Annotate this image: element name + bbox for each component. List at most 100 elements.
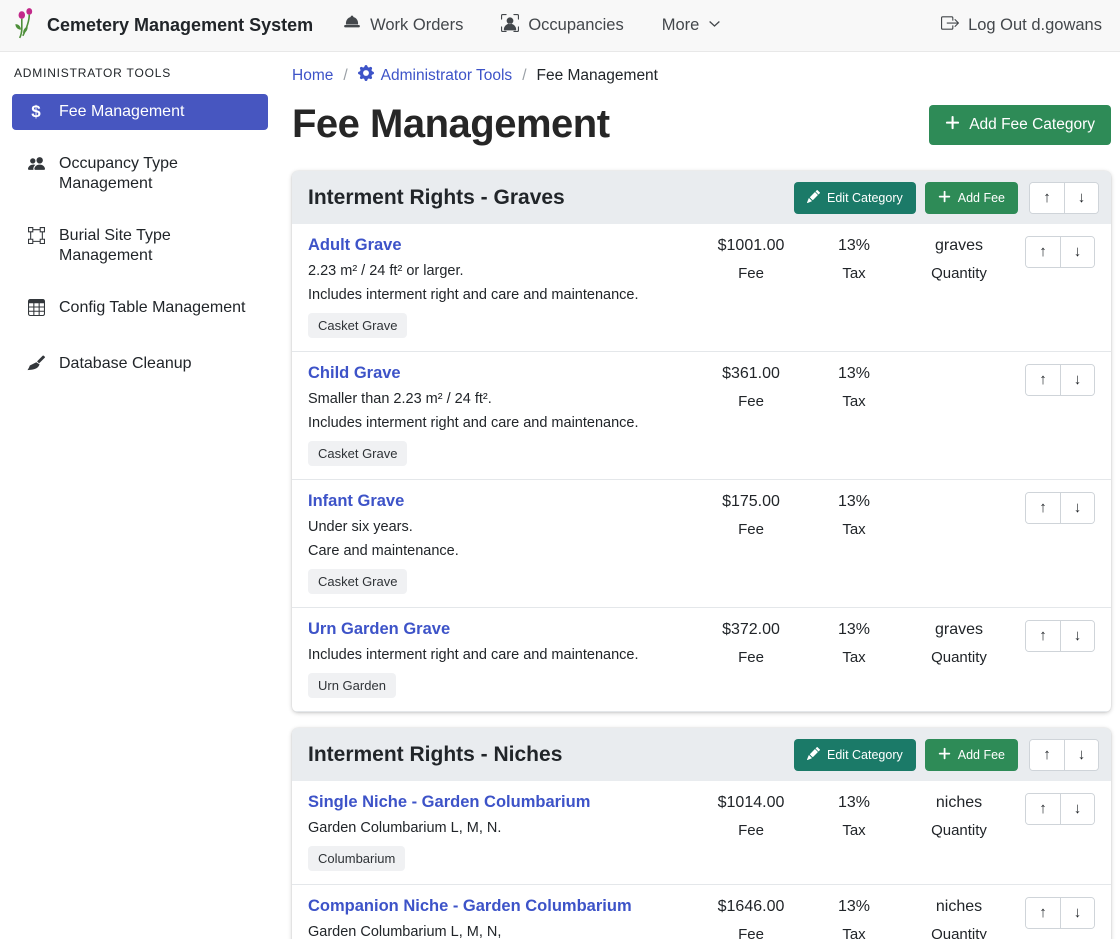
table-icon	[26, 298, 46, 322]
move-fee-up-button[interactable]: ↑	[1026, 898, 1060, 928]
fee-reorder-controls: ↑ ↓	[1025, 897, 1095, 929]
sidebar-item-database-cleanup[interactable]: Database Cleanup	[12, 346, 268, 386]
move-fee-up-button[interactable]: ↑	[1026, 493, 1060, 523]
fee-row: Single Niche - Garden Columbarium Garden…	[292, 781, 1111, 885]
fee-name-link[interactable]: Adult Grave	[308, 236, 402, 255]
fee-reorder-controls: ↑ ↓	[1025, 793, 1095, 825]
fee-name-link[interactable]: Companion Niche - Garden Columbarium	[308, 897, 632, 916]
dollar-icon: $	[26, 102, 46, 121]
fee-amount: $1001.00	[699, 237, 803, 255]
fee-row: Urn Garden Grave Includes interment righ…	[292, 608, 1111, 712]
fee-row: Child Grave Smaller than 2.23 m² / 24 ft…	[292, 352, 1111, 480]
fee-tax: 13%	[803, 794, 905, 812]
fee-amount: $1014.00	[699, 794, 803, 812]
move-fee-down-button[interactable]: ↓	[1060, 898, 1094, 928]
main-content: Home / Administrator Tools / Fee Managem…	[280, 52, 1120, 939]
move-fee-down-button[interactable]: ↓	[1060, 237, 1094, 267]
move-fee-up-button[interactable]: ↑	[1026, 794, 1060, 824]
move-fee-up-button[interactable]: ↑	[1026, 621, 1060, 651]
fee-row: Adult Grave 2.23 m² / 24 ft² or larger. …	[292, 224, 1111, 352]
fee-description: Includes interment right and care and ma…	[308, 647, 693, 663]
breadcrumb-home-link[interactable]: Home	[292, 67, 333, 85]
fee-name-link[interactable]: Urn Garden Grave	[308, 620, 450, 639]
move-category-up-button[interactable]: ↑	[1030, 740, 1064, 770]
sidebar-item-label: Config Table Management	[59, 298, 246, 318]
fee-tax: 13%	[803, 898, 905, 916]
edit-category-button[interactable]: Edit Category	[794, 182, 916, 214]
sidebar-item-config-table-management[interactable]: Config Table Management	[12, 290, 268, 330]
fee-amount-label: Fee	[699, 393, 803, 410]
fee-tax-column: 13% Tax	[803, 791, 905, 839]
nav-work-orders[interactable]: Work Orders	[343, 14, 463, 37]
fee-amount-column: $1014.00 Fee	[699, 791, 803, 839]
app-brand[interactable]: Cemetery Management System	[12, 7, 313, 44]
sidebar-item-label: Fee Management	[59, 102, 184, 122]
hard-hat-icon	[343, 14, 361, 37]
fee-quantity-label: Quantity	[905, 649, 1013, 666]
nav-occupancies[interactable]: Occupancies	[501, 14, 623, 37]
fee-amount: $372.00	[699, 621, 803, 639]
fee-row: Companion Niche - Garden Columbarium Gar…	[292, 885, 1111, 939]
fee-category-card-graves: Interment Rights - Graves Edit Category …	[292, 171, 1111, 712]
category-header: Interment Rights - Niches Edit Category …	[292, 728, 1111, 781]
move-fee-down-button[interactable]: ↓	[1060, 493, 1094, 523]
add-fee-button[interactable]: Add Fee	[925, 182, 1018, 214]
fee-name-link[interactable]: Child Grave	[308, 364, 401, 383]
edit-category-button[interactable]: Edit Category	[794, 739, 916, 771]
fee-quantity-column: niches Quantity	[905, 895, 1013, 939]
move-category-down-button[interactable]: ↓	[1064, 740, 1098, 770]
category-reorder-controls: ↑ ↓	[1029, 739, 1099, 771]
sidebar-item-fee-management[interactable]: $ Fee Management	[12, 94, 268, 130]
fee-amount-column: $1646.00 Fee	[699, 895, 803, 939]
move-fee-up-button[interactable]: ↑	[1026, 237, 1060, 267]
move-category-up-button[interactable]: ↑	[1030, 183, 1064, 213]
fee-description: Includes interment right and care and ma…	[308, 287, 693, 303]
fee-quantity-column: graves Quantity	[905, 234, 1013, 282]
sidebar-item-label: Occupancy Type Management	[59, 154, 258, 194]
nav-occupancies-label: Occupancies	[528, 16, 623, 35]
fee-description: Care and maintenance.	[308, 543, 693, 559]
gear-icon	[358, 65, 374, 86]
fee-tax: 13%	[803, 621, 905, 639]
move-fee-up-button[interactable]: ↑	[1026, 365, 1060, 395]
fee-quantity-column	[905, 362, 1013, 375]
nav-logout[interactable]: Log Out d.gowans	[941, 14, 1102, 37]
fee-tax-label: Tax	[803, 265, 905, 282]
add-fee-category-button[interactable]: Add Fee Category	[929, 105, 1111, 145]
nav-more[interactable]: More	[662, 16, 722, 35]
sidebar-item-label: Database Cleanup	[59, 354, 192, 374]
fee-type-badge: Casket Grave	[308, 569, 407, 594]
fee-name-link[interactable]: Single Niche - Garden Columbarium	[308, 793, 590, 812]
nav-more-label: More	[662, 16, 700, 35]
add-fee-button[interactable]: Add Fee	[925, 739, 1018, 771]
sidebar-heading: ADMINISTRATOR TOOLS	[14, 66, 266, 80]
fee-type-badge: Casket Grave	[308, 313, 407, 338]
sidebar-item-burial-site-type-management[interactable]: Burial Site Type Management	[12, 218, 268, 274]
fee-amount-column: $175.00 Fee	[699, 490, 803, 538]
fee-category-card-niches: Interment Rights - Niches Edit Category …	[292, 728, 1111, 939]
edit-category-label: Edit Category	[827, 748, 903, 762]
breadcrumb-admin-tools-link[interactable]: Administrator Tools	[358, 65, 513, 86]
fee-amount: $1646.00	[699, 898, 803, 916]
app-title: Cemetery Management System	[47, 15, 313, 36]
fee-description: Smaller than 2.23 m² / 24 ft².	[308, 391, 693, 407]
fee-description: Garden Columbarium L, M, N.	[308, 820, 693, 836]
category-title: Interment Rights - Niches	[308, 743, 794, 767]
fee-description: Includes interment right and care and ma…	[308, 415, 693, 431]
move-fee-down-button[interactable]: ↓	[1060, 621, 1094, 651]
fee-quantity-column	[905, 490, 1013, 503]
fee-name-link[interactable]: Infant Grave	[308, 492, 404, 511]
fee-tax-column: 13% Tax	[803, 234, 905, 282]
sidebar-item-occupancy-type-management[interactable]: Occupancy Type Management	[12, 146, 268, 202]
plus-icon	[938, 190, 951, 206]
fee-description: 2.23 m² / 24 ft² or larger.	[308, 263, 693, 279]
fee-amount-column: $1001.00 Fee	[699, 234, 803, 282]
pencil-icon	[807, 190, 820, 206]
fee-type-badge: Columbarium	[308, 846, 405, 871]
move-fee-down-button[interactable]: ↓	[1060, 794, 1094, 824]
fee-tax-label: Tax	[803, 926, 905, 939]
move-fee-down-button[interactable]: ↓	[1060, 365, 1094, 395]
add-fee-category-label: Add Fee Category	[969, 116, 1095, 134]
fee-type-badge: Casket Grave	[308, 441, 407, 466]
move-category-down-button[interactable]: ↓	[1064, 183, 1098, 213]
